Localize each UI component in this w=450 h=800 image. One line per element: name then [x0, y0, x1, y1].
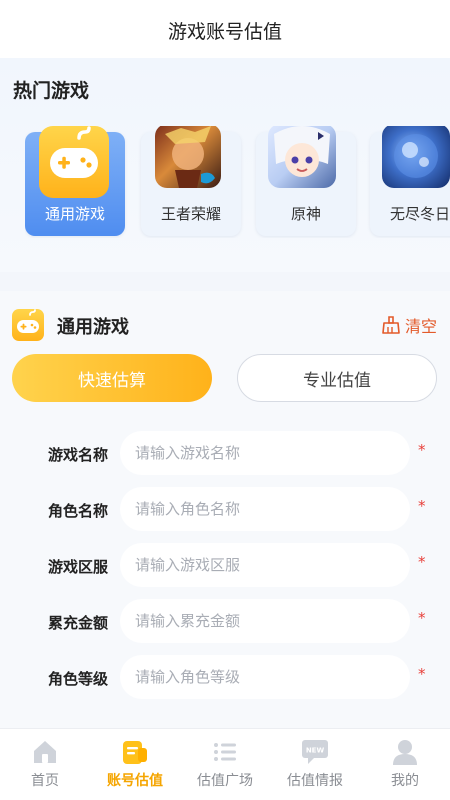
nav-item-square[interactable]: 估值广场 — [180, 729, 270, 800]
game-card-label: 原神 — [290, 205, 321, 223]
required-mark: * — [418, 665, 426, 683]
hot-games-title: 热门游戏 — [13, 80, 90, 102]
gamepad-icon — [39, 126, 109, 198]
recharge-amount-input[interactable] — [120, 599, 410, 643]
nav-label: 账号估值 — [107, 773, 163, 789]
clear-button[interactable]: 清空 — [381, 313, 437, 337]
game-card-label: 王者荣耀 — [160, 205, 221, 223]
wzry-thumbnail — [155, 126, 221, 188]
form-row-game-name: 游戏名称 * — [0, 431, 450, 477]
svg-text:NEW: NEW — [306, 747, 325, 755]
whiteout-thumbnail — [382, 126, 450, 188]
game-name-input[interactable] — [120, 431, 410, 475]
tab-pro-valuation[interactable]: 专业估值 — [237, 354, 437, 402]
form-row-server: 游戏区服 * — [0, 543, 450, 589]
form-title: 通用游戏 — [57, 317, 129, 338]
nav-item-news[interactable]: NEW 估值情报 — [270, 729, 360, 800]
user-icon — [390, 737, 420, 767]
page-title: 游戏账号估值 — [167, 20, 282, 43]
genshin-thumbnail — [268, 126, 336, 188]
nav-item-mine[interactable]: 我的 — [360, 729, 450, 800]
valuation-icon — [120, 737, 150, 767]
field-label: 角色名称 — [48, 502, 109, 520]
nav-label: 我的 — [391, 773, 419, 789]
valuation-form: 通用游戏 清空 快速估算 专业估值 游戏名称 * 角色名称 * 游戏区服 * 累… — [0, 291, 450, 731]
game-card-label: 无尽冬日 — [389, 205, 450, 223]
game-card-genshin[interactable]: 原神 — [256, 126, 356, 236]
nav-label: 估值广场 — [197, 773, 253, 789]
form-row-role-name: 角色名称 * — [0, 487, 450, 533]
server-input[interactable] — [120, 543, 410, 587]
home-icon — [30, 737, 60, 767]
required-mark: * — [418, 553, 426, 571]
field-label: 游戏区服 — [48, 558, 109, 576]
role-name-input[interactable] — [120, 487, 410, 531]
role-level-input[interactable] — [120, 655, 410, 699]
required-mark: * — [418, 497, 426, 515]
game-card-wzry[interactable]: 王者荣耀 — [141, 126, 241, 236]
gamepad-icon — [12, 309, 44, 341]
form-row-level: 角色等级 * — [0, 655, 450, 701]
field-label: 游戏名称 — [48, 446, 109, 464]
field-label: 累充金额 — [48, 614, 109, 632]
nav-label: 首页 — [31, 773, 59, 789]
nav-item-valuation[interactable]: 账号估值 — [90, 729, 180, 800]
clear-label: 清空 — [404, 317, 437, 336]
form-row-recharge: 累充金额 * — [0, 599, 450, 645]
game-card-label: 通用游戏 — [44, 205, 105, 223]
game-card-whiteout[interactable]: 无尽冬日 — [370, 126, 450, 236]
nav-item-home[interactable]: 首页 — [0, 729, 90, 800]
tab-quick-estimate[interactable]: 快速估算 — [12, 354, 212, 402]
hot-games-section: 热门游戏 通用游戏 王者荣耀 原神 无尽冬日 — [0, 58, 450, 272]
required-mark: * — [418, 609, 426, 627]
game-card-general[interactable]: 通用游戏 — [25, 126, 125, 236]
required-mark: * — [418, 441, 426, 459]
list-icon — [210, 737, 240, 767]
field-label: 角色等级 — [48, 670, 109, 688]
broom-icon — [381, 315, 401, 335]
header-bar: 游戏账号估值 — [0, 0, 450, 58]
bottom-nav: 首页 账号估值 估值广场 NEW 估值情报 我的 — [0, 728, 450, 800]
news-icon: NEW — [300, 737, 330, 767]
game-carousel[interactable]: 通用游戏 王者荣耀 原神 无尽冬日 — [25, 126, 450, 238]
nav-label: 估值情报 — [287, 773, 343, 789]
